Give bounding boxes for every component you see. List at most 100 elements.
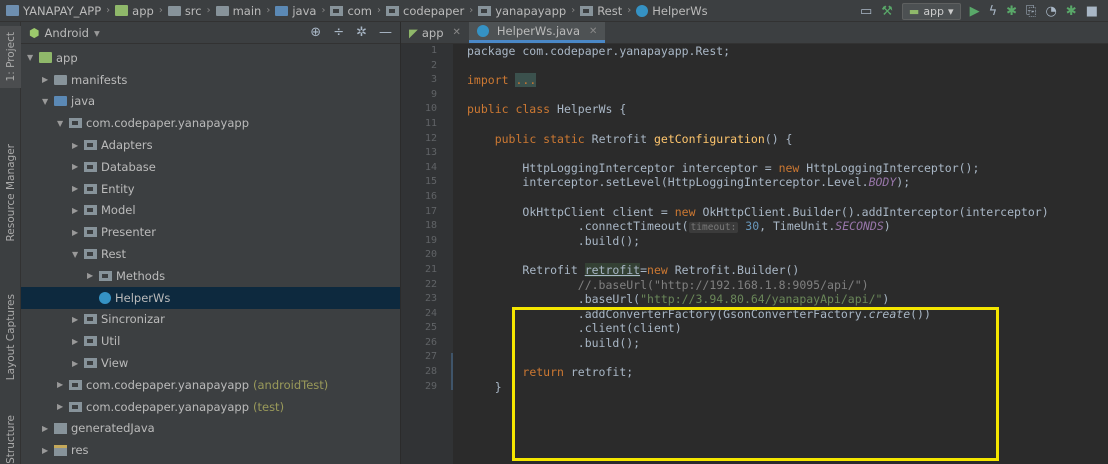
tree-item[interactable]: ▶ Model	[21, 200, 400, 222]
collapsed-arrow-icon[interactable]: ▶	[72, 228, 84, 237]
breadcrumb-app[interactable]: app ›	[115, 4, 168, 18]
collapse-all-icon[interactable]: ÷	[333, 25, 344, 40]
structure-tool-tab[interactable]: Structure	[0, 414, 21, 464]
code-text: }	[494, 379, 502, 394]
expanded-arrow-icon[interactable]: ▼	[72, 250, 84, 259]
expanded-arrow-icon[interactable]: ▼	[42, 97, 54, 106]
apply-changes-icon[interactable]: ϟ	[989, 4, 998, 19]
tab-app[interactable]: ◤ app ✕	[401, 22, 469, 43]
collapsed-arrow-icon[interactable]: ▶	[42, 424, 54, 433]
code-fold-marker[interactable]: ...	[515, 73, 537, 88]
expanded-arrow-icon[interactable]: ▼	[57, 119, 69, 128]
collapsed-arrow-icon[interactable]: ▶	[72, 141, 84, 150]
tree-item[interactable]: ▶ Entity	[21, 178, 400, 200]
tree-item-label: Methods	[116, 268, 166, 283]
code-area[interactable]: package com.codepaper.yanapayapp.Rest; i…	[467, 44, 1049, 394]
attach-debugger-icon[interactable]: ⎘	[1026, 4, 1036, 19]
collapsed-arrow-icon[interactable]: ▶	[72, 315, 84, 324]
collapsed-arrow-icon[interactable]: ▶	[72, 359, 84, 368]
line-number: 19	[424, 234, 437, 246]
code-line: OkHttpClient client = new OkHttpClient.B…	[467, 204, 1048, 220]
tree-item[interactable]: ▶ Util	[21, 330, 400, 352]
code-keyword: new	[778, 160, 800, 175]
code-text: .connectTimeout(	[577, 219, 689, 234]
tree-item[interactable]: ▶ manifests	[21, 69, 400, 91]
debug-icon[interactable]: ✱	[1006, 4, 1017, 19]
run-icon[interactable]: ▶	[970, 4, 980, 19]
resource-manager-tool-tab[interactable]: Resource Manager	[0, 137, 21, 249]
tree-item[interactable]: ▶ res	[21, 439, 400, 461]
tree-item[interactable]: HelperWs	[21, 286, 400, 309]
layout-icon[interactable]: ▭	[860, 4, 872, 19]
collapsed-arrow-icon[interactable]: ▶	[72, 162, 84, 171]
collapsed-arrow-icon[interactable]: ▶	[72, 184, 84, 193]
code-line: .build();	[467, 234, 1049, 249]
project-tool-tab[interactable]: 1: Project	[0, 26, 21, 88]
breadcrumb-helperws[interactable]: HelperWs	[636, 4, 708, 18]
collapsed-arrow-icon[interactable]: ▶	[42, 446, 54, 455]
code-text: OkHttpClient client =	[522, 204, 675, 219]
breadcrumb-main[interactable]: main ›	[215, 4, 276, 18]
collapsed-arrow-icon[interactable]: ▶	[72, 337, 84, 346]
package-icon	[84, 227, 97, 238]
breadcrumb-project[interactable]: YANAPAY_APP ›	[6, 4, 115, 18]
line-number: 24	[424, 307, 437, 319]
collapsed-arrow-icon[interactable]: ▶	[87, 271, 99, 280]
close-icon[interactable]: ✕	[589, 26, 597, 37]
layout-captures-tool-tab[interactable]: Layout Captures	[0, 287, 21, 387]
close-icon[interactable]: ✕	[453, 27, 461, 38]
line-number: 23	[424, 293, 437, 305]
code-line: package com.codepaper.yanapayapp.Rest;	[467, 44, 1049, 59]
stop-icon[interactable]: ■	[1086, 4, 1098, 19]
breadcrumb-yanapayapp[interactable]: yanapayapp ›	[478, 4, 580, 18]
breadcrumb-java[interactable]: java ›	[275, 4, 330, 18]
gear-icon[interactable]: ✲	[356, 25, 367, 40]
locate-icon[interactable]: ⊕	[310, 25, 321, 40]
tree-item[interactable]: ▶ generatedJava	[21, 418, 400, 440]
tree-item[interactable]: ▶ Adapters	[21, 134, 400, 156]
package-icon	[478, 5, 492, 16]
breadcrumb-label: yanapayapp	[495, 3, 567, 18]
parameter-hint: timeout:	[688, 222, 739, 234]
breadcrumb-com[interactable]: com ›	[330, 4, 386, 18]
tree-item[interactable]: ▶ Sincronizar	[21, 309, 400, 331]
tree-item-label: res	[71, 443, 89, 458]
tree-item[interactable]: ▶ com.codepaper.yanapayapp (androidTest)	[21, 374, 400, 396]
hide-icon[interactable]: —	[379, 25, 392, 40]
breadcrumb-rest[interactable]: Rest ›	[580, 4, 636, 18]
code-text: interceptor.setLevel(HttpLoggingIntercep…	[522, 175, 869, 190]
run-configuration-dropdown[interactable]: ▬ app ▾	[901, 2, 961, 20]
tree-item[interactable]: ▼ app	[21, 47, 400, 69]
code-constant: SECONDS	[835, 219, 884, 234]
expanded-arrow-icon[interactable]: ▼	[27, 53, 39, 62]
tree-item[interactable]: ▶ Methods	[21, 265, 400, 287]
package-icon	[69, 401, 82, 412]
line-number: 28	[424, 366, 437, 378]
tree-item[interactable]: ▶ Database	[21, 156, 400, 178]
coverage-icon[interactable]: ✱	[1066, 4, 1077, 19]
generated-folder-icon	[54, 422, 67, 434]
collapsed-arrow-icon[interactable]: ▶	[57, 380, 69, 389]
tree-item[interactable]: ▶ View	[21, 352, 400, 374]
package-icon	[69, 118, 82, 129]
collapsed-arrow-icon[interactable]: ▶	[57, 402, 69, 411]
tab-helperws-java[interactable]: HelperWs.java ✕	[468, 22, 606, 43]
breadcrumb-label: java	[292, 3, 317, 18]
make-project-icon[interactable]: ⚒	[881, 4, 893, 19]
breadcrumb-src[interactable]: src ›	[167, 4, 216, 18]
tree-item[interactable]: ▼ java	[21, 91, 400, 113]
profile-icon[interactable]: ◔	[1045, 4, 1056, 19]
breadcrumb-codepaper[interactable]: codepaper ›	[386, 4, 478, 18]
package-icon	[84, 140, 97, 151]
run-config-label: app	[923, 4, 945, 18]
tree-item[interactable]: ▼ Rest	[21, 243, 400, 265]
collapsed-arrow-icon[interactable]: ▶	[72, 206, 84, 215]
tree-item[interactable]: ▼ com.codepaper.yanapayapp	[21, 112, 400, 134]
collapsed-arrow-icon[interactable]: ▶	[42, 75, 54, 84]
tree-item[interactable]: ▶ com.codepaper.yanapayapp (test)	[21, 396, 400, 418]
main-toolbar: ▭ ⚒ ▬ app ▾ ▶ ϟ ✱ ⎘ ◔ ✱ ■	[860, 0, 1108, 22]
code-text: ())	[910, 306, 931, 321]
tree-item[interactable]: ▶ Presenter	[21, 221, 400, 243]
